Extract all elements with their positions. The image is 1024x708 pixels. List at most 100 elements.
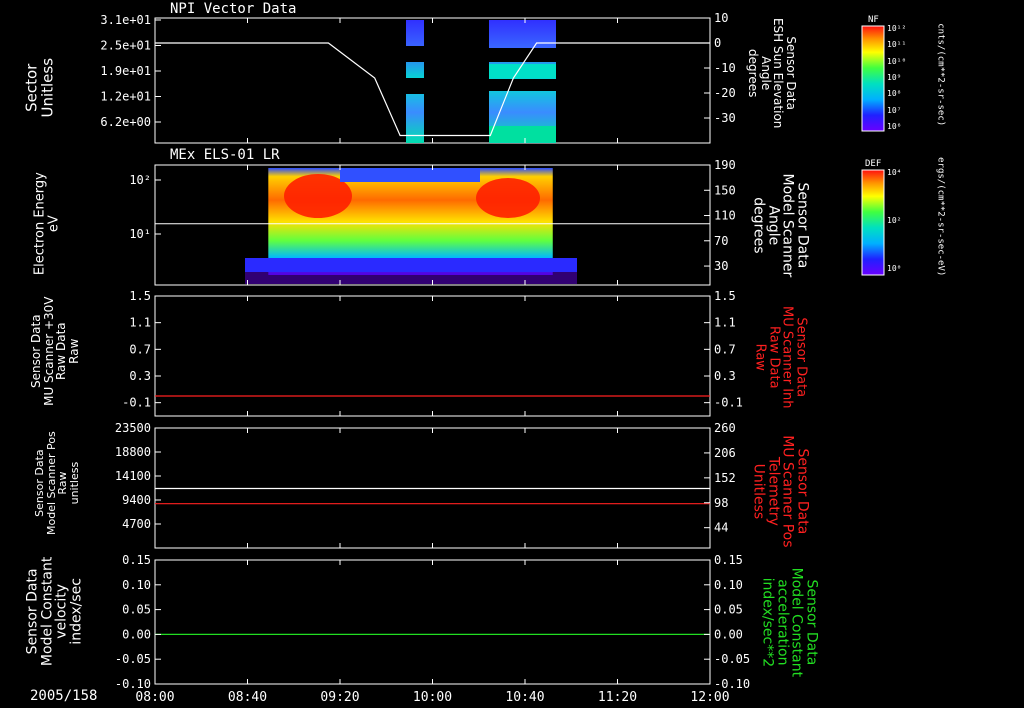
- y2-tick-label: 0.3: [714, 369, 736, 383]
- colorbar-def-unit: ergs/(cm**2-sr-sec-eV): [935, 147, 946, 287]
- y2-tick-label: 0.00: [714, 627, 743, 641]
- npi-block-2-cyan: [489, 64, 556, 78]
- colorbar-def-name: DEF: [865, 159, 882, 169]
- y2-tick-label: 190: [714, 158, 736, 172]
- ylabel-const: Sensor Data Model Constant velocity inde…: [24, 536, 85, 686]
- y2label-els-text: Sensor Data Model Scanner Angle degrees: [750, 173, 811, 278]
- axis-ticks: 08:00 08:40 09:20 10:00 10:40 11:20 12:00 3.1e+…: [100, 11, 750, 705]
- y2label-pos-text: Sensor Data MU Scanner Pos Telemetry Uni…: [750, 435, 811, 548]
- y2label-raw: Sensor Data MU Scanner Inh Raw Data Raw: [752, 302, 809, 412]
- y2-tick-label: 30: [714, 259, 728, 273]
- els-spectrogram: [245, 168, 577, 284]
- y-tick-label: 14100: [115, 469, 151, 483]
- npi-gap-2b: [489, 79, 556, 91]
- y2-tick-label: 206: [714, 446, 736, 460]
- npi-spectrogram: [406, 20, 556, 143]
- colorbar-tick-label: 10⁷: [887, 105, 902, 115]
- y2label-const: Sensor Data Model Constant acceleration …: [759, 562, 820, 682]
- time-tick-label: 11:20: [598, 690, 637, 705]
- y-tick-label: 0.15: [122, 553, 151, 567]
- y-tick-label: 10²: [129, 173, 151, 187]
- time-tick-label: 08:40: [228, 690, 267, 705]
- y2-tick-label: 0.7: [714, 342, 736, 356]
- y-tick-label: 0.3: [129, 369, 151, 383]
- y-tick-label: 3.1e+01: [100, 13, 151, 27]
- y2-tick-label: 0.10: [714, 578, 743, 592]
- els-hot-right: [476, 178, 540, 218]
- y-tick-label: -0.10: [115, 677, 151, 691]
- colorbar-tick-label: 10¹⁰: [887, 56, 907, 66]
- y2-tick-label: -20: [714, 86, 736, 100]
- colorbar-tick-label: 10⁰: [887, 264, 902, 273]
- y2-tick-label: 70: [714, 234, 728, 248]
- colorbar-nf-unit: cnts/(cm**2-sr-sec): [935, 15, 946, 135]
- y-tick-label: 1.1: [129, 316, 151, 330]
- panel-const-frame: [154, 559, 711, 685]
- y-tick-label: 10¹: [129, 227, 151, 241]
- y2-tick-label: -0.05: [714, 652, 750, 666]
- ylabel-const-text: Sensor Data Model Constant velocity inde…: [24, 556, 85, 667]
- npi-block-2-cyan-low: [489, 126, 556, 142]
- npi-gap-1a: [406, 46, 424, 62]
- ylabel-pos-text: Sensor Data Model Scanner Pos Raw unitle…: [32, 431, 81, 535]
- colorbar-nf-scale: [861, 25, 885, 132]
- ylabel-npi-text: Sector Unitless: [22, 57, 56, 118]
- y-tick-label: 1.9e+01: [100, 64, 151, 78]
- y2-tick-label: 152: [714, 471, 736, 485]
- y2-tick-label: 1.1: [714, 316, 736, 330]
- colorbar-def-unit-text: ergs/(cm**2-sr-sec-eV): [935, 157, 946, 277]
- colorbar-tick-label: 10⁴: [887, 168, 902, 177]
- colorbar-tick-label: 10⁶: [887, 122, 902, 131]
- plot-canvas: 08:00 08:40 09:20 10:00 10:40 11:20 12:00 3.1e+…: [100, 11, 885, 705]
- y2-tick-label: 44: [714, 521, 728, 535]
- y2-tick-label: 150: [714, 183, 736, 197]
- panel-frames: [154, 17, 711, 685]
- y2-tick-label: 260: [714, 421, 736, 435]
- panel-title-els: MEx ELS-01 LR: [170, 147, 280, 163]
- colorbar-tick-label: 10¹²: [887, 24, 907, 33]
- y-tick-label: 18800: [115, 445, 151, 459]
- time-tick-label: 10:00: [413, 690, 452, 705]
- y2label-raw-text: Sensor Data MU Scanner Inh Raw Data Raw: [752, 306, 809, 409]
- time-tick-label: 08:00: [135, 690, 174, 705]
- date-label: 2005/158: [30, 688, 98, 704]
- els-bottom-blue: [245, 258, 577, 272]
- y2-tick-label: 0.05: [714, 603, 743, 617]
- y-tick-label: 9400: [122, 493, 151, 507]
- els-dots: [245, 272, 577, 284]
- colorbar-nf: [861, 25, 885, 132]
- y-tick-label: 2.5e+01: [100, 39, 151, 53]
- y-tick-label: 0.00: [122, 627, 151, 641]
- colorbar-tick-label: 10¹¹: [887, 40, 907, 50]
- y2-tick-label: 10: [714, 11, 728, 25]
- colorbar-def-scale: [861, 169, 885, 276]
- y2label-const-text: Sensor Data Model Constant acceleration …: [759, 567, 820, 678]
- y-tick-label: 1.5: [129, 289, 151, 303]
- y2-tick-label: -0.10: [714, 677, 750, 691]
- npi-gap-1b: [406, 78, 424, 94]
- colorbar-nf-unit-text: cnts/(cm**2-sr-sec): [935, 23, 946, 127]
- y-tick-label: 6.2e+00: [100, 115, 151, 129]
- npi-sun-elevation-line: [155, 42, 710, 137]
- ylabel-npi: Sector Unitless: [22, 23, 56, 153]
- colorbar-tick-label: 10²: [887, 216, 902, 225]
- y2-tick-label: 0.15: [714, 553, 743, 567]
- ylabel-els: Electron Energy eV: [32, 149, 61, 299]
- ylabel-els-text: Electron Energy eV: [32, 172, 61, 276]
- ylabel-pos: Sensor Data Model Scanner Pos Raw unitle…: [32, 418, 81, 548]
- panel-title-npi: NPI Vector Data: [170, 1, 297, 17]
- y2label-npi-text: Sensor Data ESH Sun Elevation Angle degr…: [746, 17, 799, 129]
- y2-tick-label: -10: [714, 61, 736, 75]
- y2label-pos: Sensor Data MU Scanner Pos Telemetry Uni…: [750, 431, 811, 551]
- y-tick-label: 0.10: [122, 578, 151, 592]
- y-tick-label: 0.7: [129, 342, 151, 356]
- colorbar-def: [861, 169, 885, 276]
- y-tick-label: -0.05: [115, 652, 151, 666]
- y-tick-label: 1.2e+01: [100, 90, 151, 104]
- y2label-npi: Sensor Data ESH Sun Elevation Angle degr…: [746, 13, 799, 133]
- y-tick-label: 4700: [122, 517, 151, 531]
- time-tick-label: 12:00: [690, 690, 729, 705]
- ylabel-raw-text: Sensor Data MU Scanner +30V Raw Data Raw: [28, 296, 81, 406]
- y-tick-label: 23500: [115, 421, 151, 435]
- y2-tick-label: -0.1: [714, 396, 743, 410]
